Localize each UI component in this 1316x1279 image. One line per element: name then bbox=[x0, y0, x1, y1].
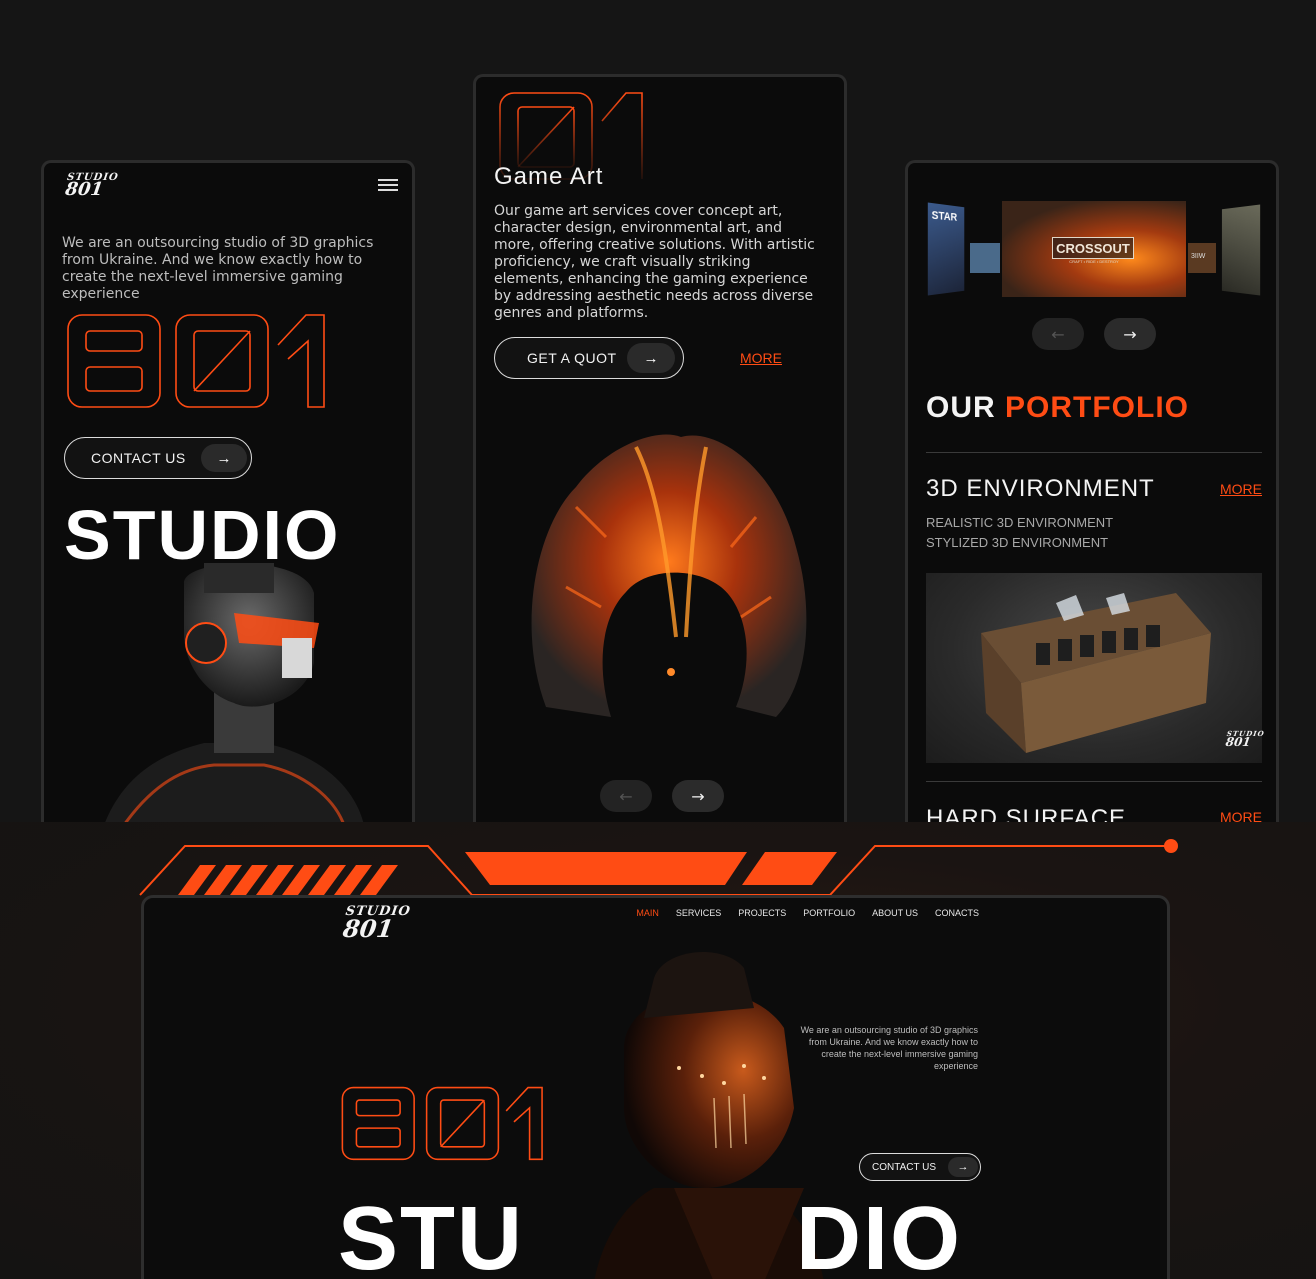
arrow-right-icon: → bbox=[948, 1157, 978, 1177]
service-title: Game Art bbox=[494, 163, 604, 190]
more-link[interactable]: MORE bbox=[740, 350, 782, 366]
studio-watermark-logo: STUDIO 801 bbox=[1224, 729, 1266, 750]
nav-contacts[interactable]: CONACTS bbox=[935, 908, 979, 918]
studio-title-right: DIO bbox=[796, 1189, 963, 1279]
prev-slide-button[interactable]: ← bbox=[600, 780, 652, 812]
section-title-hard-surface: HARD SURFACE bbox=[926, 805, 1127, 822]
divider bbox=[926, 452, 1262, 453]
chest-illustration bbox=[981, 593, 1211, 753]
more-link-hard-surface[interactable]: MORE bbox=[1220, 809, 1262, 822]
environment-list: REALISTIC 3D ENVIRONMENT STYLIZED 3D ENV… bbox=[926, 513, 1113, 553]
arrow-right-icon: → bbox=[201, 444, 247, 472]
mobile-home-screen: STUDIO 801 We are an outsourcing studio … bbox=[41, 160, 415, 822]
nav-projects[interactable]: PROJECTS bbox=[738, 908, 786, 918]
carousel-card-left[interactable]: STAR bbox=[927, 202, 965, 296]
more-link-3d-environment[interactable]: MORE bbox=[1220, 481, 1262, 497]
nav-portfolio[interactable]: PORTFOLIO bbox=[803, 908, 855, 918]
divider bbox=[926, 781, 1262, 782]
top-navigation: MAIN SERVICES PROJECTS PORTFOLIO ABOUT U… bbox=[636, 908, 979, 918]
hamburger-menu-icon[interactable] bbox=[378, 179, 398, 191]
service-description: Our game art services cover concept art,… bbox=[494, 203, 815, 321]
next-slide-button[interactable]: → bbox=[672, 780, 724, 812]
outline-801-number bbox=[341, 1086, 543, 1161]
contact-us-button[interactable]: CONTACT US → bbox=[64, 437, 252, 479]
slider-navigation: ← → bbox=[600, 780, 724, 812]
carousel-card-right[interactable] bbox=[1221, 204, 1261, 296]
prev-portfolio-button[interactable]: ← bbox=[1032, 318, 1084, 350]
lava-gauntlet-image bbox=[531, 434, 807, 717]
list-item[interactable]: REALISTIC 3D ENVIRONMENT bbox=[926, 513, 1113, 533]
carousel-card-right-small[interactable]: 3IIW bbox=[1188, 243, 1216, 273]
mobile-services-screen: Game Art Our game art services cover con… bbox=[473, 74, 847, 822]
cyber-character-image bbox=[105, 563, 364, 822]
studio-logo[interactable]: STUDIO 801 bbox=[64, 172, 119, 200]
studio-logo[interactable]: STUDIO 801 bbox=[341, 904, 412, 943]
arrow-right-icon: → bbox=[627, 343, 675, 373]
contact-us-button[interactable]: CONTACT US → bbox=[859, 1153, 981, 1181]
carousel-card-left-small[interactable] bbox=[970, 243, 1000, 273]
list-item[interactable]: STYLIZED 3D ENVIRONMENT bbox=[926, 533, 1113, 553]
intro-text: We are an outsourcing studio of 3D graph… bbox=[62, 235, 374, 302]
studio-title: STUDIO bbox=[64, 496, 341, 574]
section-title-3d-environment: 3D ENVIRONMENT bbox=[926, 475, 1155, 502]
crossout-logo: CROSSOUT bbox=[1052, 237, 1134, 259]
carousel-navigation: ← → bbox=[1032, 318, 1156, 350]
outline-801-number bbox=[67, 314, 325, 408]
portfolio-heading: OUR PORTFOLIO bbox=[926, 391, 1190, 424]
decorative-frame-banner bbox=[139, 839, 1178, 896]
next-portfolio-button[interactable]: → bbox=[1104, 318, 1156, 350]
nav-services[interactable]: SERVICES bbox=[676, 908, 721, 918]
hero-intro-text: We are an outsourcing studio of 3D graph… bbox=[800, 1025, 978, 1071]
carousel-card-center[interactable]: CROSSOUT CRAFT • RIDE • DESTROY bbox=[1002, 201, 1186, 297]
get-a-quote-button[interactable]: GET A QUOT → bbox=[494, 337, 684, 379]
studio-title-left: STU bbox=[338, 1189, 524, 1279]
mobile-portfolio-screen: STAR CROSSOUT CRAFT • RIDE • DESTROY 3II… bbox=[905, 160, 1279, 822]
treasure-chest-image[interactable]: STUDIO 801 bbox=[926, 573, 1266, 763]
desktop-home-screen: STUDIO 801 MAIN SERVICES PROJECTS PORTFO… bbox=[141, 895, 1170, 1279]
nav-main[interactable]: MAIN bbox=[636, 908, 659, 918]
nav-about-us[interactable]: ABOUT US bbox=[872, 908, 918, 918]
